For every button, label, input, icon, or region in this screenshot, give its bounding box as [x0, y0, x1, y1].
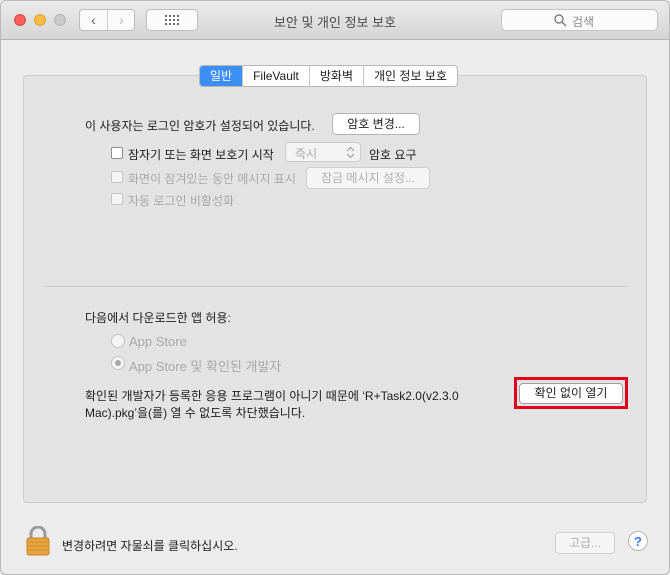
require-password-label: 잠자기 또는 화면 보호기 시작 — [128, 148, 274, 162]
radio-app-store-identified[interactable] — [111, 356, 125, 370]
change-password-button[interactable]: 암호 변경... — [332, 113, 420, 135]
tab-bar: 일반 FileVault 방화벽 개인 정보 보호 — [199, 65, 458, 87]
require-password-delay-value: 즉시 — [295, 147, 318, 161]
tab-firewall[interactable]: 방화벽 — [310, 66, 365, 86]
radio-app-store-label: App Store — [129, 334, 187, 349]
section-divider — [45, 286, 627, 287]
disable-auto-login-label: 자동 로그인 비활성화 — [128, 194, 235, 208]
blocked-message-line1: 확인된 개발자가 등록한 응용 프로그램이 아니기 때문에 ‘R+Task2.0… — [85, 389, 459, 403]
allow-apps-heading: 다음에서 다운로드한 앱 허용: — [85, 311, 231, 325]
show-message-label: 화면이 잠겨있는 동안 메시지 표시 — [128, 172, 296, 186]
open-anyway-button[interactable]: 확인 없이 열기 — [519, 383, 623, 404]
disable-auto-login-checkbox[interactable] — [111, 193, 123, 205]
lock-status-text: 변경하려면 자물쇠를 클릭하십시오. — [62, 539, 238, 553]
tab-general[interactable]: 일반 — [200, 66, 244, 86]
login-password-text: 이 사용자는 로그인 암호가 설정되어 있습니다. — [85, 119, 315, 133]
radio-app-store-identified-label: App Store 및 확인된 개발자 — [129, 359, 282, 374]
lock-icon[interactable] — [26, 526, 50, 556]
security-privacy-window: ‹ › 보안 및 개인 정보 보호 검색 일반 FileVault 방화벽 개인… — [0, 0, 670, 575]
advanced-button[interactable]: 고급... — [555, 532, 615, 554]
title-bar: ‹ › 보안 및 개인 정보 보호 검색 — [1, 1, 669, 40]
tab-privacy[interactable]: 개인 정보 보호 — [364, 66, 457, 86]
updown-chevron-icon — [346, 146, 355, 159]
search-placeholder: 검색 — [572, 15, 595, 29]
blocked-message-line2: Mac).pkg’을(를) 열 수 없도록 차단했습니다. — [85, 406, 306, 420]
search-icon — [554, 14, 567, 27]
content-panel — [23, 75, 647, 503]
require-password-delay-select[interactable]: 즉시 — [285, 142, 361, 162]
show-message-checkbox[interactable] — [111, 171, 123, 183]
radio-selected-dot — [115, 360, 121, 366]
require-password-suffix: 암호 요구 — [369, 148, 417, 162]
set-lock-message-button[interactable]: 잠금 메시지 설정... — [306, 167, 430, 189]
tab-filevault[interactable]: FileVault — [243, 66, 310, 86]
search-field[interactable]: 검색 — [501, 9, 658, 31]
require-password-checkbox[interactable] — [111, 147, 123, 159]
help-button[interactable]: ? — [628, 531, 648, 551]
radio-app-store[interactable] — [111, 334, 125, 348]
